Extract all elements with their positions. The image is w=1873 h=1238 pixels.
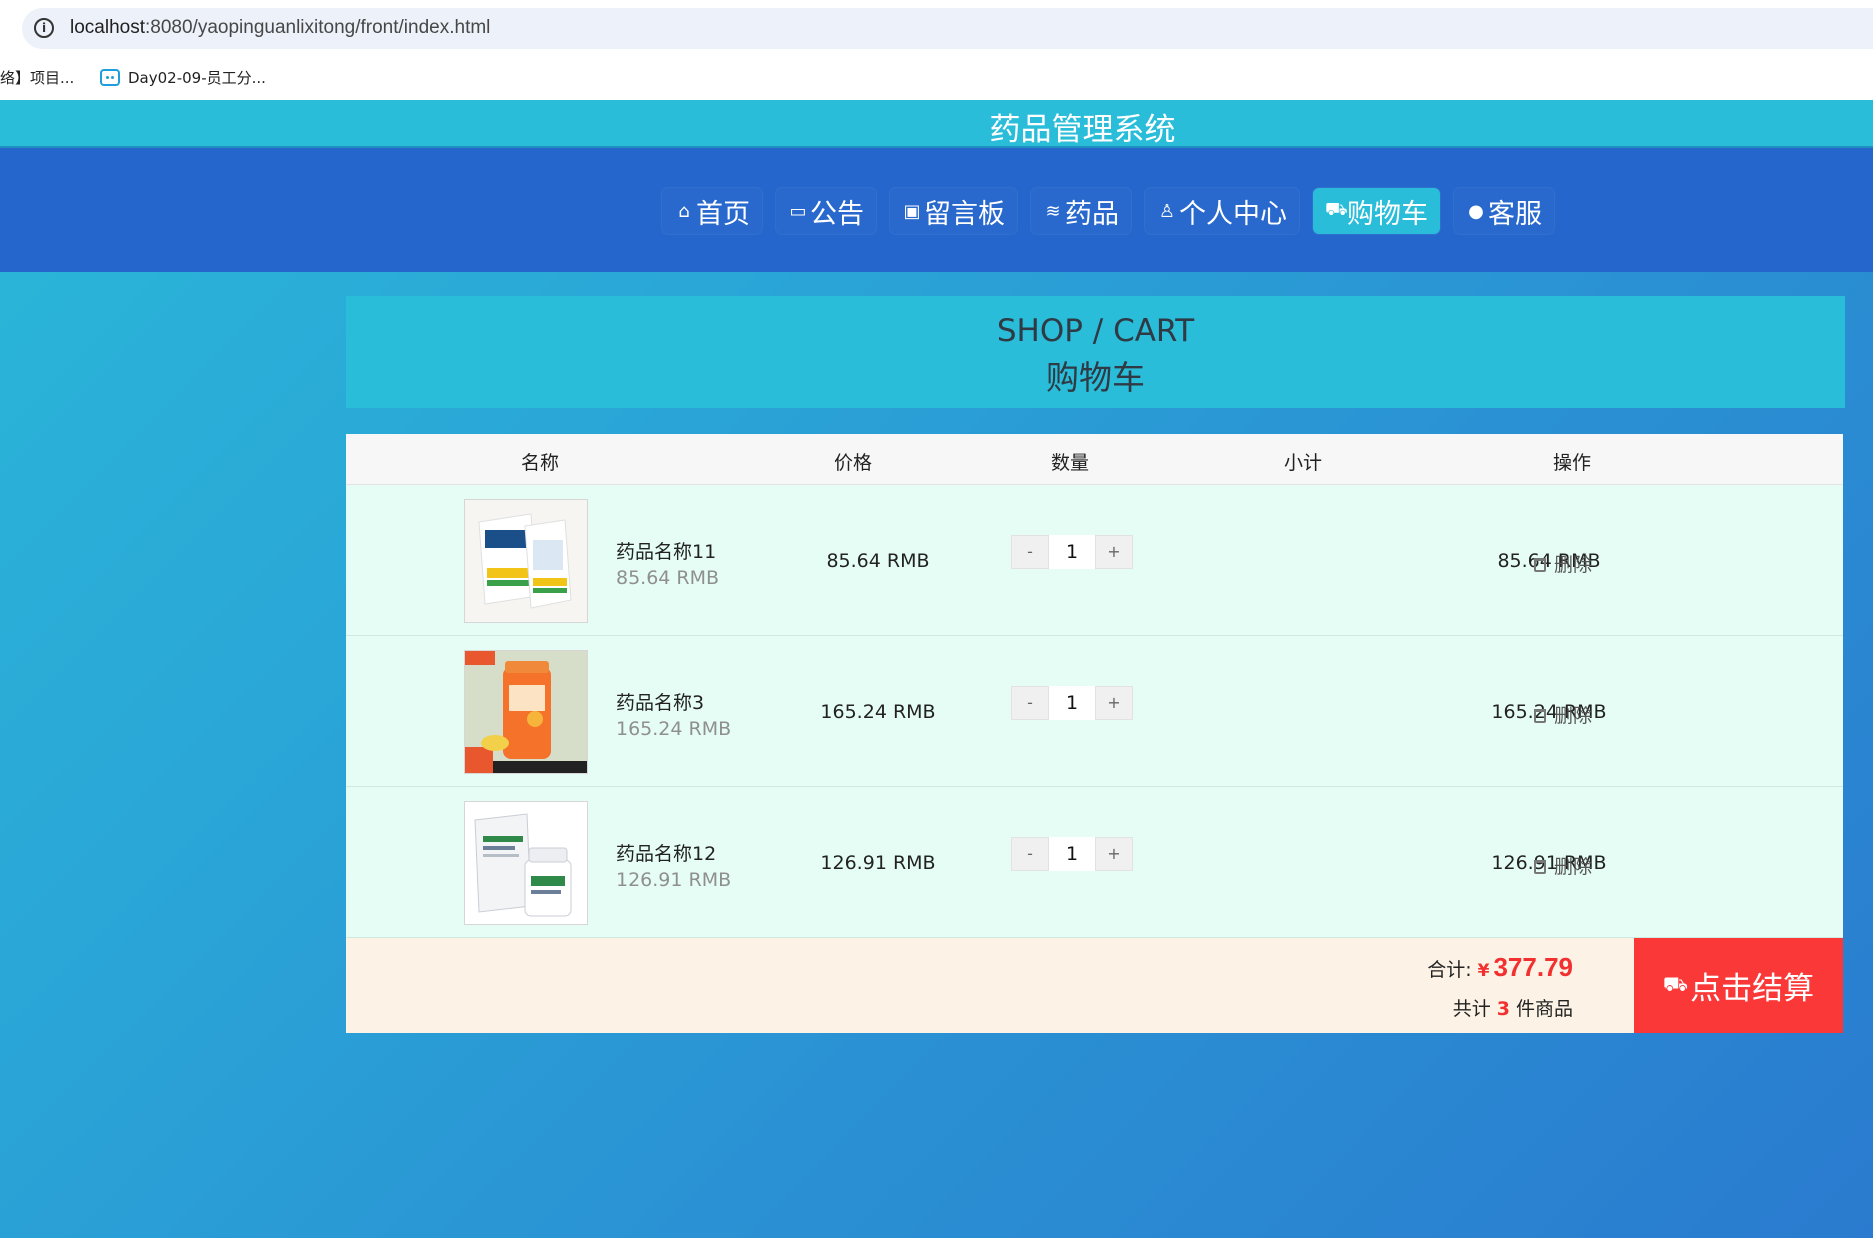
- quantity-stepper: - 1 +: [1011, 686, 1133, 720]
- product-unit-price: 85.64 RMB: [616, 567, 720, 589]
- decrement-button[interactable]: -: [1011, 686, 1049, 720]
- nav-item-home[interactable]: ⌂ 首页: [662, 188, 762, 234]
- bilibili-icon: [100, 69, 120, 86]
- column-header-name: 名称: [521, 452, 560, 474]
- bookmarks-bar: 络】项目... Day02-09-员工分...: [0, 56, 1873, 100]
- cart-table: 名称 价格 数量 小计 操作 药品名称11 85.64 RMB 85.64 RM…: [346, 434, 1843, 1033]
- nav-item-cart[interactable]: ⛟ 购物车: [1313, 188, 1440, 234]
- increment-button[interactable]: +: [1095, 837, 1133, 871]
- main-nav: ⌂ 首页 ▭ 公告 ▣ 留言板 ≋ 药品 ♙ 个人中心 ⛟ 购物车 ● 客服: [662, 188, 1554, 234]
- column-header-subtotal: 小计: [1284, 452, 1323, 474]
- delete-button[interactable]: 删除: [1534, 701, 1592, 728]
- quantity-input[interactable]: 1: [1049, 837, 1095, 871]
- trash-icon: [1534, 558, 1546, 572]
- product-name[interactable]: 药品名称11: [616, 537, 716, 564]
- table-header: 名称 价格 数量 小计 操作: [346, 434, 1843, 485]
- product-image[interactable]: [464, 650, 588, 774]
- checkout-button[interactable]: ⛟ 点击结算: [1634, 938, 1843, 1033]
- quantity-stepper: - 1 +: [1011, 535, 1133, 569]
- table-row: 药品名称12 126.91 RMB 126.91 RMB - 1 + 126.9…: [346, 787, 1843, 938]
- delete-button[interactable]: 删除: [1534, 852, 1592, 879]
- page: 药品管理系统 ⌂ 首页 ▭ 公告 ▣ 留言板 ≋ 药品 ♙ 个人中心 ⛟ 购物车 ● 客服 S…: [0, 100, 1873, 1238]
- nav-item-notice[interactable]: ▭ 公告: [776, 188, 876, 234]
- cart-icon: ⛟: [1325, 199, 1348, 220]
- layers-icon: ≋: [1045, 200, 1061, 222]
- site-info-icon[interactable]: i: [34, 18, 54, 38]
- trash-icon: [1534, 709, 1546, 723]
- table-row: 药品名称11 85.64 RMB 85.64 RMB - 1 + 85.64 R…: [346, 485, 1843, 636]
- user-icon: ♙: [1158, 200, 1176, 222]
- product-image[interactable]: [464, 801, 588, 925]
- cart-title-cn: 购物车: [1046, 358, 1145, 397]
- total-label: 合计:: [1427, 959, 1472, 981]
- bookmark-item[interactable]: 络】项目...: [0, 67, 74, 88]
- wechat-icon: ●: [1468, 200, 1484, 222]
- total-amount: 377.79: [1493, 952, 1573, 982]
- nav-item-message-board[interactable]: ▣ 留言板: [890, 188, 1017, 234]
- nav-item-customer-service[interactable]: ● 客服: [1454, 188, 1554, 234]
- column-header-actions: 操作: [1553, 452, 1592, 474]
- table-row: 药品名称3 165.24 RMB 165.24 RMB - 1 + 165.24…: [346, 636, 1843, 787]
- cart-summary: 合计: ¥377.79 共计 3 件商品 ⛟ 点击结算: [346, 938, 1843, 1033]
- decrement-button[interactable]: -: [1011, 535, 1049, 569]
- currency-symbol: ¥: [1477, 961, 1490, 981]
- price-cell: 126.91 RMB: [820, 852, 936, 874]
- price-cell: 85.64 RMB: [826, 550, 930, 572]
- decrement-button[interactable]: -: [1011, 837, 1049, 871]
- product-name[interactable]: 药品名称3: [616, 688, 704, 715]
- cart-title-box: SHOP / CART 购物车: [346, 296, 1845, 408]
- product-image[interactable]: [464, 499, 588, 623]
- quantity-input[interactable]: 1: [1049, 686, 1095, 720]
- increment-button[interactable]: +: [1095, 535, 1133, 569]
- quantity-stepper: - 1 +: [1011, 837, 1133, 871]
- increment-button[interactable]: +: [1095, 686, 1133, 720]
- total-line: 合计: ¥377.79: [1427, 952, 1573, 983]
- item-count: 3: [1496, 998, 1510, 1020]
- product-name[interactable]: 药品名称12: [616, 839, 716, 866]
- column-header-quantity: 数量: [1051, 452, 1090, 474]
- gift-icon: ▣: [903, 200, 921, 222]
- bookmark-item[interactable]: Day02-09-员工分...: [100, 67, 266, 88]
- item-count-line: 共计 3 件商品: [1452, 998, 1573, 1020]
- quantity-input[interactable]: 1: [1049, 535, 1095, 569]
- url-field[interactable]: i localhost:8080/yaopinguanlixitong/fron…: [22, 8, 1873, 49]
- url-text[interactable]: localhost:8080/yaopinguanlixitong/front/…: [70, 17, 490, 39]
- site-title: 药品管理系统: [989, 112, 1176, 148]
- delete-button[interactable]: 删除: [1534, 550, 1592, 577]
- browser-address-bar: i localhost:8080/yaopinguanlixitong/fron…: [0, 0, 1873, 56]
- product-unit-price: 165.24 RMB: [616, 718, 732, 740]
- notice-icon: ▭: [789, 200, 807, 222]
- column-header-price: 价格: [834, 452, 873, 474]
- home-icon: ⌂: [678, 200, 690, 222]
- price-cell: 165.24 RMB: [820, 701, 936, 723]
- trash-icon: [1534, 860, 1546, 874]
- main-nav-band: ⌂ 首页 ▭ 公告 ▣ 留言板 ≋ 药品 ♙ 个人中心 ⛟ 购物车 ● 客服: [0, 148, 1873, 272]
- cart-title-en: SHOP / CART: [996, 313, 1195, 349]
- nav-item-medicine[interactable]: ≋ 药品: [1031, 188, 1131, 234]
- nav-item-personal-center[interactable]: ♙ 个人中心: [1145, 188, 1299, 234]
- cart-icon: ⛟: [1662, 972, 1689, 996]
- product-unit-price: 126.91 RMB: [616, 869, 732, 891]
- site-header: 药品管理系统: [0, 100, 1873, 148]
